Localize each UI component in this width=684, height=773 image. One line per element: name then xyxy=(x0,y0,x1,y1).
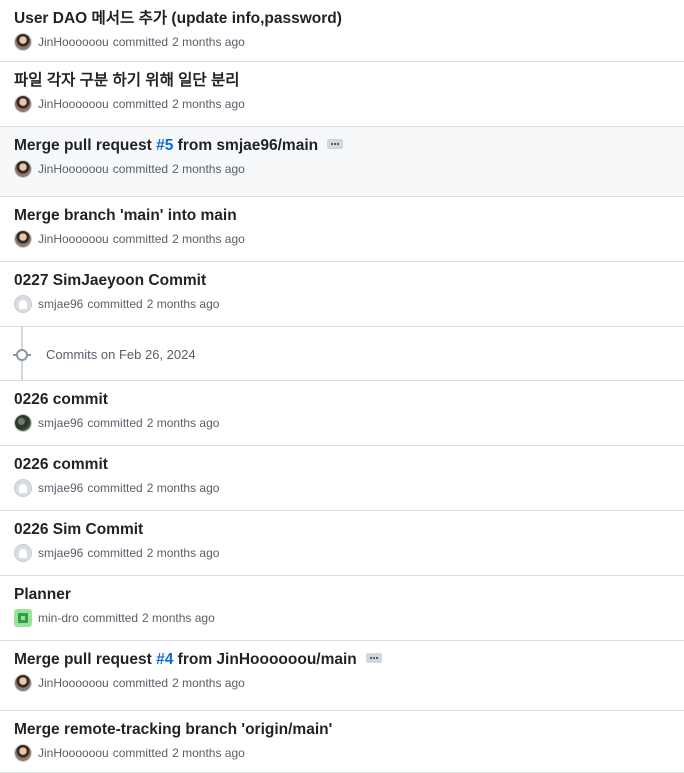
relative-time: 2 months ago xyxy=(146,481,220,495)
commit-title-text[interactable]: from JinHoooooou/main xyxy=(173,650,357,670)
author-link[interactable]: JinHoooooou xyxy=(38,232,109,246)
author-link[interactable]: smjae96 xyxy=(38,416,83,430)
commit-title[interactable]: Merge branch 'main' into main xyxy=(14,206,237,226)
git-commit-icon xyxy=(16,349,28,361)
dark-avatar[interactable] xyxy=(14,414,32,432)
commit-meta: JinHoooooou committed 2 months ago xyxy=(14,33,245,51)
expand-message-button[interactable] xyxy=(365,653,382,663)
commit-list: User DAO 메서드 추가 (update info,password) Ji… xyxy=(0,0,684,773)
commit-title-text[interactable]: 0226 commit xyxy=(14,390,108,410)
photo-avatar[interactable] xyxy=(14,95,32,113)
commit-title[interactable]: Planner xyxy=(14,585,71,605)
commit-meta: smjae96 committed 2 months ago xyxy=(14,479,219,497)
photo-avatar[interactable] xyxy=(14,674,32,692)
committed-text: committed xyxy=(112,232,169,246)
commit-meta: JinHoooooou committed 2 months ago xyxy=(14,674,245,692)
committed-text: committed xyxy=(112,35,169,49)
committed-text: committed xyxy=(87,481,143,495)
relative-time: 2 months ago xyxy=(146,416,220,430)
relative-time: 2 months ago xyxy=(172,162,245,176)
commit-meta: smjae96 committed 2 months ago xyxy=(14,544,219,562)
author-link[interactable]: smjae96 xyxy=(38,297,83,311)
author-link[interactable]: JinHoooooou xyxy=(38,35,109,49)
relative-time: 2 months ago xyxy=(146,297,220,311)
commit-meta: JinHoooooou committed 2 months ago xyxy=(14,744,245,762)
author-link[interactable]: JinHoooooou xyxy=(38,676,109,690)
commit-title[interactable]: 0226 commit xyxy=(14,455,108,475)
commit-row[interactable]: Planner min-dro committed 2 months ago xyxy=(0,576,684,641)
relative-time: 2 months ago xyxy=(172,746,245,760)
author-link[interactable]: JinHoooooou xyxy=(38,746,109,760)
commit-meta: JinHoooooou committed 2 months ago xyxy=(14,230,245,248)
commit-meta: smjae96 committed 2 months ago xyxy=(14,414,219,432)
author-link[interactable]: min-dro xyxy=(38,611,79,625)
committed-text: committed xyxy=(112,746,169,760)
committed-text: committed xyxy=(87,546,143,560)
commit-row[interactable]: 0226 commit smjae96 committed 2 months ago xyxy=(0,446,684,511)
committed-text: committed xyxy=(112,97,169,111)
commit-group-date: Commits on Feb 26, 2024 xyxy=(46,347,196,362)
commit-title[interactable]: 파일 각자 구분 하기 위해 일단 분리 xyxy=(14,71,239,91)
commit-title[interactable]: Merge pull request #4 from JinHoooooou/m… xyxy=(14,650,382,670)
commit-row[interactable]: 0227 SimJaeyoon Commit smjae96 committed 2 … xyxy=(0,262,684,327)
commit-row[interactable]: 0226 Sim Commit smjae96 committed 2 months … xyxy=(0,511,684,576)
commit-meta: smjae96 committed 2 months ago xyxy=(14,295,219,313)
commit-title-text[interactable]: Merge branch 'main' into main xyxy=(14,206,237,226)
committed-text: committed xyxy=(112,162,169,176)
ghost-avatar[interactable] xyxy=(14,544,32,562)
commit-title-text[interactable]: 0226 Sim Commit xyxy=(14,520,143,540)
relative-time: 2 months ago xyxy=(146,546,220,560)
commit-title-text[interactable]: from smjae96/main xyxy=(173,136,318,156)
commit-title[interactable]: 0226 Sim Commit xyxy=(14,520,143,540)
ghost-avatar[interactable] xyxy=(14,479,32,497)
commit-title-text[interactable]: 파일 각자 구분 하기 위해 일단 분리 xyxy=(14,71,239,91)
photo-avatar[interactable] xyxy=(14,160,32,178)
photo-avatar[interactable] xyxy=(14,33,32,51)
relative-time: 2 months ago xyxy=(172,35,245,49)
author-link[interactable]: JinHoooooou xyxy=(38,97,109,111)
pull-request-link[interactable]: #4 xyxy=(156,650,173,670)
commit-title-text[interactable]: Merge pull request xyxy=(14,136,156,156)
relative-time: 2 months ago xyxy=(142,611,215,625)
commit-group-header: Commits on Feb 26, 2024 xyxy=(0,327,684,381)
photo-avatar[interactable] xyxy=(14,230,32,248)
relative-time: 2 months ago xyxy=(172,232,245,246)
relative-time: 2 months ago xyxy=(172,97,245,111)
commit-title[interactable]: 0226 commit xyxy=(14,390,108,410)
commit-row[interactable]: User DAO 메서드 추가 (update info,password) Ji… xyxy=(0,0,684,62)
commit-row[interactable]: 파일 각자 구분 하기 위해 일단 분리 JinHoooooou committed… xyxy=(0,62,684,127)
commit-title[interactable]: 0227 SimJaeyoon Commit xyxy=(14,271,206,291)
committed-text: committed xyxy=(87,297,143,311)
identicon-avatar[interactable] xyxy=(14,609,32,627)
commit-title[interactable]: Merge pull request #5 from smjae96/main xyxy=(14,136,344,156)
commit-row[interactable]: Merge pull request #5 from smjae96/main J… xyxy=(0,127,684,197)
commit-title-text[interactable]: User DAO 메서드 추가 (update info,password) xyxy=(14,9,342,29)
commit-title-text[interactable]: Merge remote-tracking branch 'origin/mai… xyxy=(14,720,332,740)
committed-text: committed xyxy=(87,416,143,430)
author-link[interactable]: JinHoooooou xyxy=(38,162,109,176)
commit-title[interactable]: Merge remote-tracking branch 'origin/mai… xyxy=(14,720,332,740)
commit-row[interactable]: Merge pull request #4 from JinHoooooou/m… xyxy=(0,641,684,711)
ghost-avatar[interactable] xyxy=(14,295,32,313)
commit-row[interactable]: Merge branch 'main' into main JinHoooooou… xyxy=(0,197,684,262)
pull-request-link[interactable]: #5 xyxy=(156,136,173,156)
commit-title-text[interactable]: Planner xyxy=(14,585,71,605)
author-link[interactable]: smjae96 xyxy=(38,481,83,495)
expand-message-button[interactable] xyxy=(327,139,344,149)
committed-text: committed xyxy=(82,611,139,625)
commit-title[interactable]: User DAO 메서드 추가 (update info,password) xyxy=(14,9,342,29)
photo-avatar[interactable] xyxy=(14,744,32,762)
committed-text: committed xyxy=(112,676,169,690)
commit-meta: JinHoooooou committed 2 months ago xyxy=(14,95,245,113)
commit-meta: min-dro committed 2 months ago xyxy=(14,609,215,627)
commit-title-text[interactable]: 0227 SimJaeyoon Commit xyxy=(14,271,206,291)
commit-row[interactable]: Merge remote-tracking branch 'origin/mai… xyxy=(0,711,684,773)
commit-row[interactable]: 0226 commit smjae96 committed 2 months ago xyxy=(0,381,684,446)
commit-title-text[interactable]: Merge pull request xyxy=(14,650,156,670)
relative-time: 2 months ago xyxy=(172,676,245,690)
commit-title-text[interactable]: 0226 commit xyxy=(14,455,108,475)
commit-meta: JinHoooooou committed 2 months ago xyxy=(14,160,245,178)
author-link[interactable]: smjae96 xyxy=(38,546,83,560)
